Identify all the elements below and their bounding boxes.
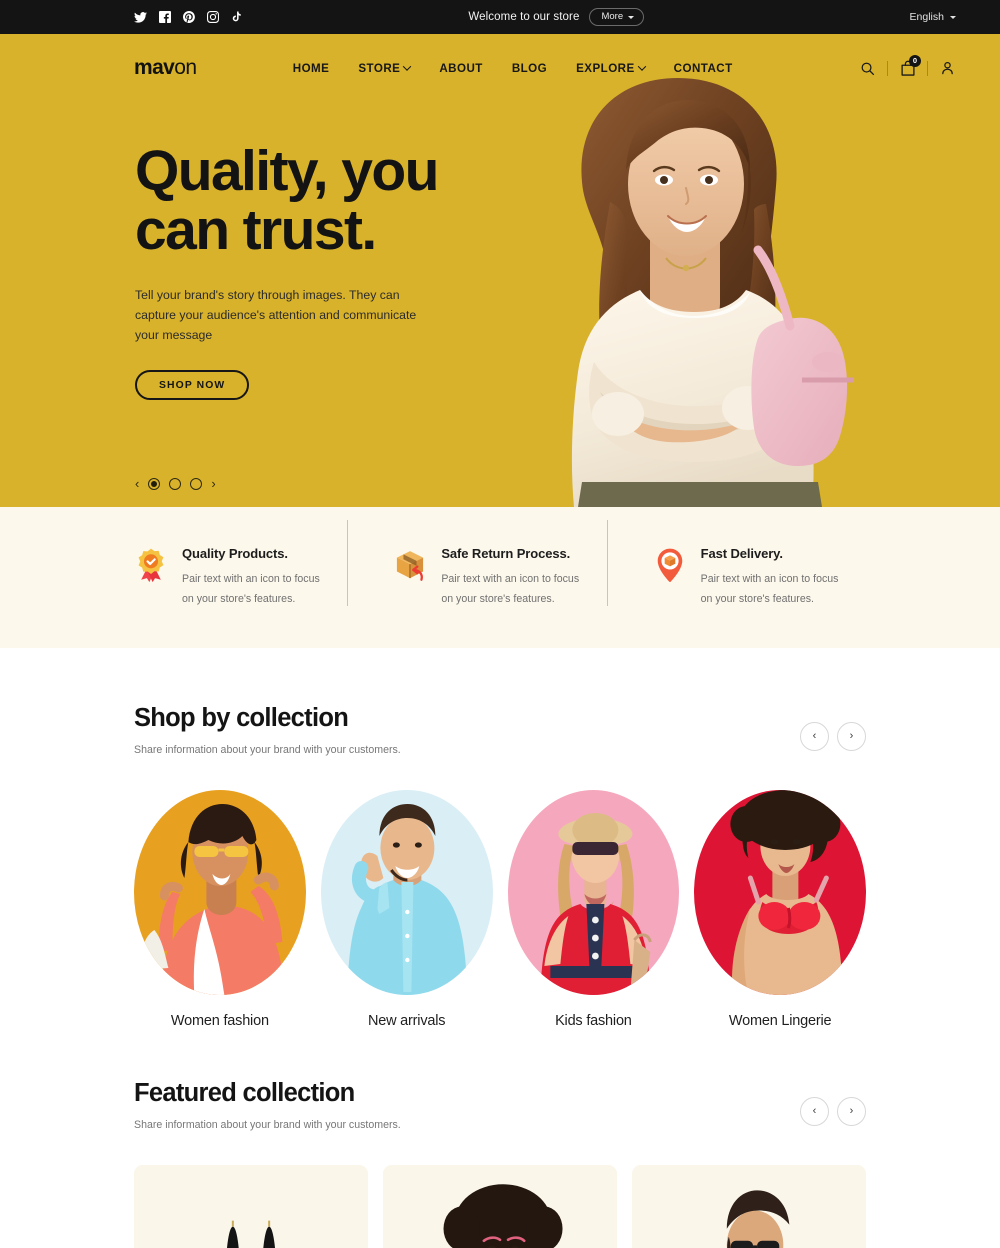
feature-description: Pair text with an icon to focus on your … [182, 572, 320, 605]
nav-item-about[interactable]: ABOUT [439, 62, 482, 75]
carousel-dot-1[interactable] [148, 477, 161, 490]
quality-badge-icon [134, 547, 168, 583]
carousel-dot-3[interactable] [190, 477, 203, 490]
featured-next-button[interactable]: › [837, 1097, 866, 1126]
product-card-man[interactable] [632, 1165, 866, 1248]
collection-card-kids-fashion[interactable]: Kids fashion [507, 790, 680, 1029]
section-title: Featured collection [134, 1079, 355, 1107]
collections-prev-button[interactable]: ‹ [800, 722, 829, 751]
nav-label: HOME [292, 61, 330, 75]
chevron-down-icon [637, 62, 646, 71]
carousel-dot-2[interactable] [169, 477, 182, 490]
nav-label: BLOG [511, 61, 548, 75]
feature-quality-products: Quality Products. Pair text with an icon… [134, 534, 347, 621]
hero-content: Quality, you can trust. Tell your brand'… [0, 88, 520, 401]
feature-title: Quality Products. [182, 545, 288, 561]
section-title: Shop by collection [134, 704, 349, 732]
collection-label: New arrivals [367, 1013, 446, 1029]
collection-list: Women fashion New arrivals Kids fashion … [134, 790, 866, 1029]
featured-prev-button[interactable]: ‹ [800, 1097, 829, 1126]
features-band: Quality Products. Pair text with an icon… [0, 507, 1000, 648]
hero-banner: mavon HOME STORE ABOUT BLOG EXPLORE CONT… [0, 34, 1000, 507]
language-label: English [909, 11, 944, 23]
facebook-icon[interactable] [158, 11, 171, 24]
nav-item-explore[interactable]: EXPLORE [576, 61, 646, 75]
product-card-woman[interactable] [383, 1165, 617, 1248]
pinterest-icon[interactable] [182, 11, 195, 24]
cart-icon[interactable]: 0 [899, 55, 921, 77]
welcome-text: Welcome to our store [468, 11, 580, 23]
section-header: Shop by collection Share information abo… [134, 704, 866, 756]
section-subtitle: Share information about your brand with … [134, 744, 401, 756]
return-box-icon [393, 547, 427, 583]
feature-description: Pair text with an icon to focus on your … [700, 572, 839, 605]
hero-title: Quality, you can trust. [135, 142, 520, 259]
header-actions: 0 [859, 55, 956, 77]
feature-title: Fast Delivery. [700, 545, 783, 561]
nav-label: EXPLORE [576, 61, 635, 75]
product-list [134, 1165, 866, 1248]
page-root: Welcome to our store More English mavon … [0, 0, 1000, 1248]
shop-by-collection-section: Shop by collection Share information abo… [0, 648, 1000, 1029]
collection-card-women-fashion[interactable]: Women fashion [134, 790, 306, 1029]
carousel-next-button[interactable]: › [211, 477, 215, 490]
collections-next-button[interactable]: › [837, 722, 866, 751]
account-icon[interactable] [939, 59, 956, 77]
chevron-down-icon [628, 15, 635, 19]
collection-card-women-lingerie[interactable]: Women Lingerie [694, 790, 866, 1029]
shop-now-button[interactable]: SHOP NOW [135, 370, 250, 401]
collections-carousel-controls: ‹ › [800, 722, 866, 751]
product-image [383, 1165, 617, 1248]
delivery-pin-icon [653, 547, 687, 583]
product-image [632, 1165, 866, 1248]
carousel-prev-button[interactable]: ‹ [135, 477, 139, 490]
collection-label: Kids fashion [555, 1013, 632, 1029]
hero-model-photo [490, 62, 910, 507]
feature-title: Safe Return Process. [441, 545, 571, 561]
main-navigation: HOME STORE ABOUT BLOG EXPLORE CONTACT [166, 62, 859, 75]
section-header: Featured collection Share information ab… [134, 1079, 866, 1131]
announcement-bar: Welcome to our store More English [0, 0, 1000, 34]
more-dropdown-button[interactable]: More [589, 8, 645, 26]
collection-image [694, 790, 866, 995]
featured-collection-section: Featured collection Share information ab… [0, 1029, 1000, 1248]
nav-item-home[interactable]: HOME [293, 62, 330, 75]
carousel-dots [148, 477, 203, 490]
collection-image [507, 790, 680, 995]
search-icon[interactable] [859, 59, 876, 77]
nav-label: ABOUT [439, 61, 483, 75]
chevron-down-icon [403, 62, 412, 71]
collection-card-new-arrivals[interactable]: New arrivals [320, 790, 493, 1029]
more-label: More [601, 11, 624, 23]
feature-safe-return: Safe Return Process. Pair text with an i… [347, 519, 606, 621]
chevron-down-icon [950, 15, 956, 19]
product-card-earrings[interactable] [134, 1165, 368, 1248]
nav-item-blog[interactable]: BLOG [512, 62, 547, 75]
nav-item-store[interactable]: STORE [358, 61, 412, 75]
site-header: mavon HOME STORE ABOUT BLOG EXPLORE CONT… [0, 48, 1000, 88]
divider [887, 60, 888, 76]
language-selector[interactable]: English [910, 11, 956, 23]
hero-title-line-2: can trust. [135, 197, 377, 262]
feature-description: Pair text with an icon to focus on your … [441, 572, 580, 605]
collection-image [320, 790, 493, 995]
welcome-message-group: Welcome to our store More [203, 8, 910, 26]
collection-label: Women Lingerie [728, 1013, 832, 1029]
hero-carousel-controls: ‹ › [135, 477, 216, 490]
section-subtitle: Share information about your brand with … [134, 1119, 401, 1131]
cart-count-badge: 0 [909, 55, 921, 67]
collection-label: Women fashion [170, 1013, 269, 1029]
hero-title-line-1: Quality, you [135, 139, 439, 203]
featured-carousel-controls: ‹ › [800, 1097, 866, 1126]
hero-subtitle: Tell your brand's story through images. … [135, 288, 417, 343]
divider [927, 60, 928, 76]
nav-label: STORE [358, 61, 401, 75]
product-image [134, 1165, 368, 1248]
twitter-icon[interactable] [134, 11, 147, 24]
collection-image [134, 790, 306, 995]
nav-item-contact[interactable]: CONTACT [674, 62, 733, 75]
feature-fast-delivery: Fast Delivery. Pair text with an icon to… [606, 519, 866, 621]
nav-label: CONTACT [673, 61, 733, 75]
